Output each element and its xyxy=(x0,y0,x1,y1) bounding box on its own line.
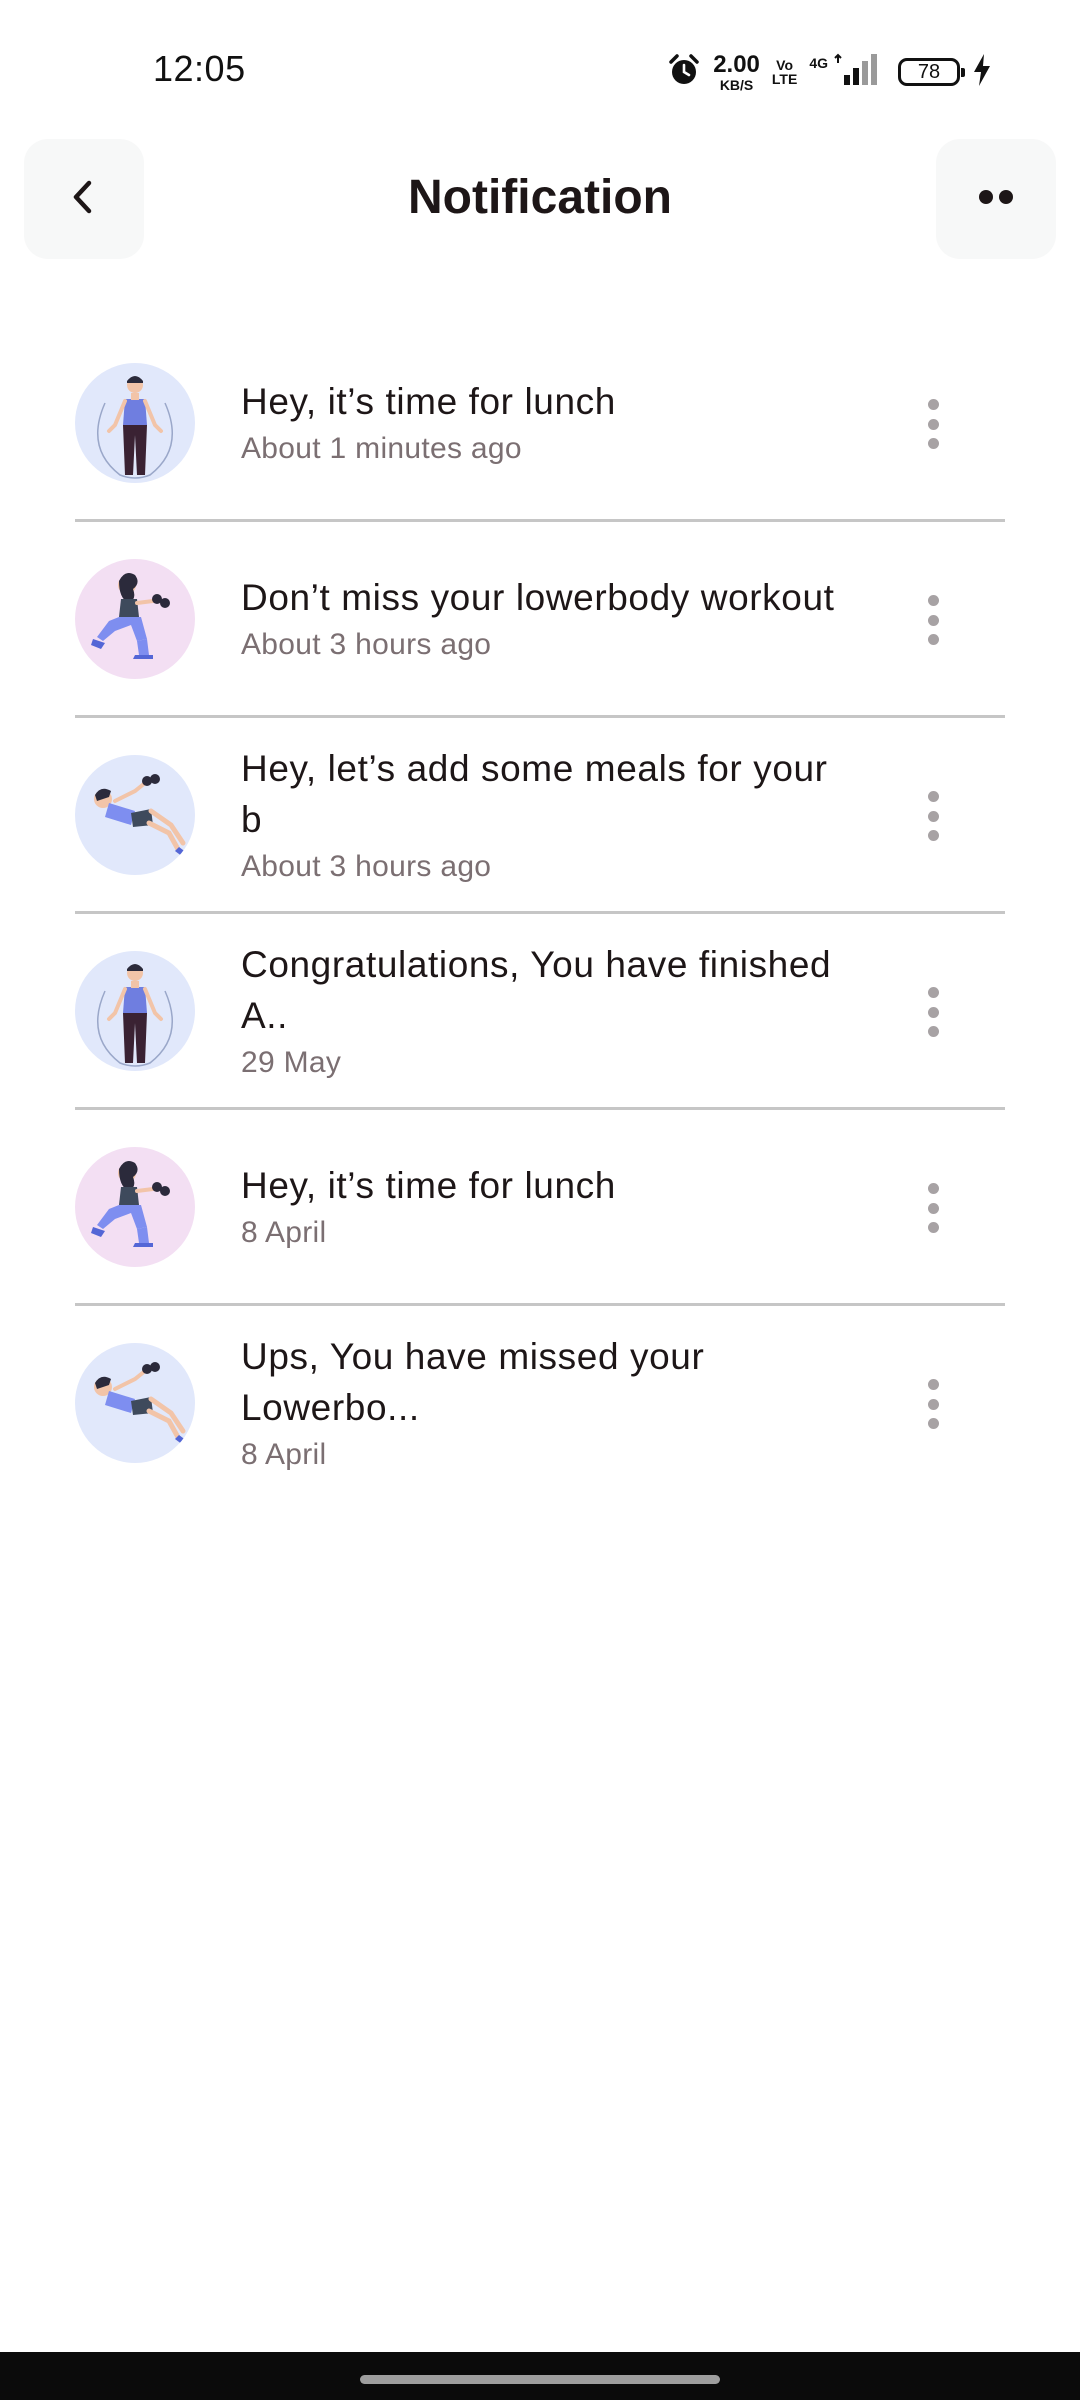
dumbbell-avatar-icon xyxy=(75,559,195,679)
notification-title: Don’t miss your lowerbody workout xyxy=(241,577,835,618)
kebab-menu-icon[interactable] xyxy=(913,1379,953,1429)
notification-list: Hey, it’s time for lunch About 1 minutes… xyxy=(75,326,1005,1499)
notification-item[interactable]: Don’t miss your lowerbody workout About … xyxy=(75,522,1005,718)
situp-avatar-icon xyxy=(75,1343,195,1463)
volte-top: Vo xyxy=(776,57,794,73)
notification-time: About 3 hours ago xyxy=(241,849,492,883)
network-speed-unit: KB/S xyxy=(719,76,754,93)
notification-title: Hey, it’s time for lunch xyxy=(241,1165,616,1206)
notification-text: Ups, You have missed your Lowerbo... 8 A… xyxy=(241,1306,841,1499)
notification-title: Hey, let’s add some meals for your b xyxy=(241,747,828,840)
notification-item[interactable]: Hey, it’s time for lunch 8 April xyxy=(75,1110,1005,1306)
kebab-menu-icon[interactable] xyxy=(913,595,953,645)
battery-icon: 78 xyxy=(898,58,965,86)
kebab-menu-icon[interactable] xyxy=(913,987,953,1037)
more-options-button[interactable] xyxy=(936,139,1056,259)
notification-text: Hey, let’s add some meals for your b Abo… xyxy=(241,718,841,911)
notification-item[interactable]: Hey, it’s time for lunch About 1 minutes… xyxy=(75,326,1005,522)
kebab-menu-icon[interactable] xyxy=(913,399,953,449)
notification-title: Hey, it’s time for lunch xyxy=(241,381,616,422)
status-bar: 12:05 2.00 KB/S Vo LTE 4G 78 xyxy=(0,0,1080,140)
notification-time: 29 May xyxy=(241,1045,342,1079)
charging-icon xyxy=(972,53,992,92)
home-indicator[interactable] xyxy=(360,2375,720,2384)
status-icons: 2.00 KB/S Vo LTE 4G 78 xyxy=(667,48,992,96)
volte-indicator: Vo LTE xyxy=(772,58,797,86)
notification-text: Don’t miss your lowerbody workout About … xyxy=(241,522,841,715)
notification-item[interactable]: Congratulations, You have finished A.. 2… xyxy=(75,914,1005,1110)
alarm-icon xyxy=(667,53,701,92)
notification-title: Ups, You have missed your Lowerbo... xyxy=(241,1335,705,1428)
notification-text: Hey, it’s time for lunch 8 April xyxy=(241,1110,841,1303)
notification-text: Hey, it’s time for lunch About 1 minutes… xyxy=(241,326,841,519)
notification-time: About 1 minutes ago xyxy=(241,432,522,465)
status-time: 12:05 xyxy=(153,48,246,89)
signal-icon xyxy=(834,53,880,92)
notification-time: 8 April xyxy=(241,1216,327,1249)
network-speed: 2.00 KB/S xyxy=(713,50,760,93)
more-dots-icon xyxy=(976,187,1016,212)
notification-title: Congratulations, You have finished A.. xyxy=(241,943,832,1036)
dumbbell-avatar-icon xyxy=(75,1147,195,1267)
jump-rope-avatar-icon xyxy=(75,363,195,483)
network-type: 4G xyxy=(809,55,828,71)
notification-item[interactable]: Hey, let’s add some meals for your b Abo… xyxy=(75,718,1005,914)
page-title: Notification xyxy=(408,171,672,224)
notification-time: About 3 hours ago xyxy=(241,628,492,661)
kebab-menu-icon[interactable] xyxy=(913,1183,953,1233)
volte-bottom: LTE xyxy=(771,71,798,87)
kebab-menu-icon[interactable] xyxy=(913,791,953,841)
network-speed-value: 2.00 xyxy=(713,50,760,78)
notification-time: 8 April xyxy=(241,1437,327,1471)
situp-avatar-icon xyxy=(75,755,195,875)
jump-rope-avatar-icon xyxy=(75,951,195,1071)
notification-item[interactable]: Ups, You have missed your Lowerbo... 8 A… xyxy=(75,1306,1005,1499)
system-nav-bar xyxy=(0,2352,1080,2400)
notification-text: Congratulations, You have finished A.. 2… xyxy=(241,914,841,1107)
battery-level: 78 xyxy=(917,60,941,83)
